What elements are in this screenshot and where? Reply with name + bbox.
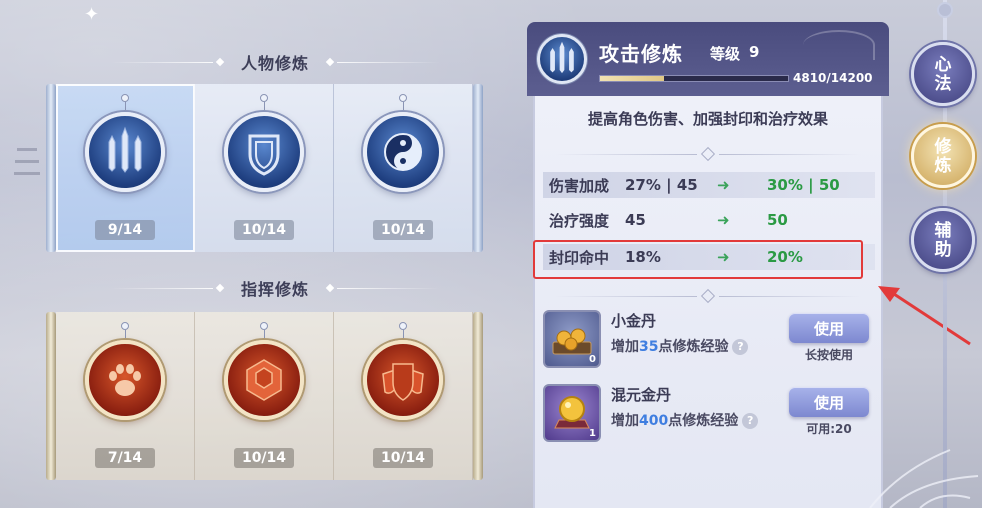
skill-count: 10/14 [234, 220, 294, 240]
skill-count: 9/14 [95, 220, 155, 240]
scroll-rod [473, 84, 483, 252]
tab-assist[interactable]: 辅助 [911, 208, 975, 272]
item-qty: 0 [589, 354, 596, 365]
pin-icon [121, 322, 129, 338]
pagoda-silhouette [14, 140, 40, 180]
tab-mental-method[interactable]: 心法 [911, 42, 975, 106]
command-scroll: 7/14 10/14 10/14 [46, 312, 491, 480]
xp-progress-fill [600, 76, 664, 81]
pin-icon [399, 322, 407, 338]
item-row-great-pill: 1 混元金丹 增加400点修炼经验? 使用 可用:20 [543, 380, 875, 444]
item-desc: 增加35点修炼经验? [611, 336, 749, 356]
pill-box-icon[interactable]: 0 [543, 310, 601, 368]
divider-ornament [555, 288, 861, 304]
section-header-command: 指挥修炼 [110, 275, 440, 301]
arrow-right-icon: ➜ [717, 176, 730, 194]
skill-slot-shields[interactable]: 10/14 [334, 312, 473, 480]
divider-ornament [555, 146, 861, 162]
yin-yang-icon [363, 112, 443, 192]
level-label: 等级 [710, 45, 741, 63]
skill-slot-defense[interactable]: 10/14 [195, 84, 334, 252]
bird-icon: ✦ [84, 4, 100, 25]
rail-knot [937, 2, 953, 18]
scroll-rod [46, 312, 56, 480]
xp-text: 4810/14200 [793, 71, 873, 85]
stat-name: 伤害加成 [549, 176, 610, 195]
desc-amount: 35 [639, 339, 659, 355]
desc-prefix: 增加 [611, 413, 639, 429]
skill-title: 攻击修炼 [599, 42, 683, 66]
shield-icon [224, 112, 304, 192]
use-hint: 可用:20 [806, 422, 852, 436]
tab-cultivation[interactable]: 修炼 [911, 124, 975, 188]
item-name: 混元金丹 [611, 386, 672, 404]
pin-icon [260, 94, 268, 110]
skill-count: 10/14 [373, 448, 433, 468]
skill-slot-paw[interactable]: 7/14 [56, 312, 195, 480]
tab-label: 辅助 [934, 221, 952, 260]
desc-amount: 400 [639, 413, 669, 429]
section-title: 指挥修炼 [241, 280, 310, 299]
section-header-character: 人物修炼 [110, 49, 440, 75]
pin-icon [399, 94, 407, 110]
swords-icon [537, 34, 587, 84]
stat-row-damage: 伤害加成 27% | 45 ➜ 30% | 50 [543, 172, 875, 198]
item-qty: 1 [589, 428, 596, 439]
triple-shield-icon [363, 340, 443, 420]
tab-label: 心法 [934, 55, 952, 94]
pin-icon [121, 94, 129, 110]
paw-icon [85, 340, 165, 420]
stat-row-healing: 治疗强度 45 ➜ 50 [543, 207, 875, 233]
skill-count: 7/14 [95, 448, 155, 468]
skill-slot-magic[interactable]: 10/14 [334, 84, 473, 252]
scroll-rod [46, 84, 56, 252]
item-name: 小金丹 [611, 312, 657, 330]
stat-next: 30% | 50 [767, 176, 840, 194]
skill-slot-hex[interactable]: 10/14 [195, 312, 334, 480]
stat-name: 治疗强度 [549, 211, 610, 230]
character-scroll: 9/14 10/14 10/14 [46, 84, 491, 252]
skill-slot-attack[interactable]: 9/14 [56, 84, 195, 252]
skill-count: 10/14 [234, 448, 294, 468]
section-title: 人物修炼 [241, 54, 310, 73]
level-value: 9 [749, 43, 760, 61]
item-row-small-pill: 0 小金丹 增加35点修炼经验? 使用 长按使用 [543, 306, 875, 370]
detail-header: 攻击修炼 等级 9 4810/14200 [527, 22, 889, 96]
scroll-rod [473, 312, 483, 480]
help-icon[interactable]: ? [742, 413, 759, 429]
help-icon[interactable]: ? [732, 339, 749, 355]
xp-progress-bar [599, 75, 789, 82]
skill-description: 提高角色伤害、加强封印和治疗效果 [587, 110, 828, 128]
stat-current: 27% | 45 [625, 176, 698, 194]
swords-icon [85, 112, 165, 192]
item-desc: 增加400点修炼经验? [611, 410, 759, 430]
detail-body: 提高角色伤害、加强封印和治疗效果 伤害加成 27% | 45 ➜ 30% | 5… [533, 96, 883, 508]
highlight-box [533, 240, 863, 279]
arrow-right-icon: ➜ [717, 211, 730, 229]
desc-prefix: 增加 [611, 339, 639, 355]
stat-current: 45 [625, 211, 646, 229]
skill-count: 10/14 [373, 220, 433, 240]
desc-suffix: 点修炼经验 [668, 413, 739, 429]
use-button[interactable]: 使用 [789, 387, 869, 417]
use-button[interactable]: 使用 [789, 313, 869, 343]
orchid-decoration [869, 449, 979, 508]
stat-next: 50 [767, 211, 788, 229]
red-arrow-annotation [878, 286, 971, 346]
golden-orb-icon[interactable]: 1 [543, 384, 601, 442]
use-hint: 长按使用 [804, 348, 853, 362]
tab-label: 修炼 [934, 137, 952, 176]
desc-suffix: 点修炼经验 [658, 339, 729, 355]
hexagon-icon [224, 340, 304, 420]
pin-icon [260, 322, 268, 338]
